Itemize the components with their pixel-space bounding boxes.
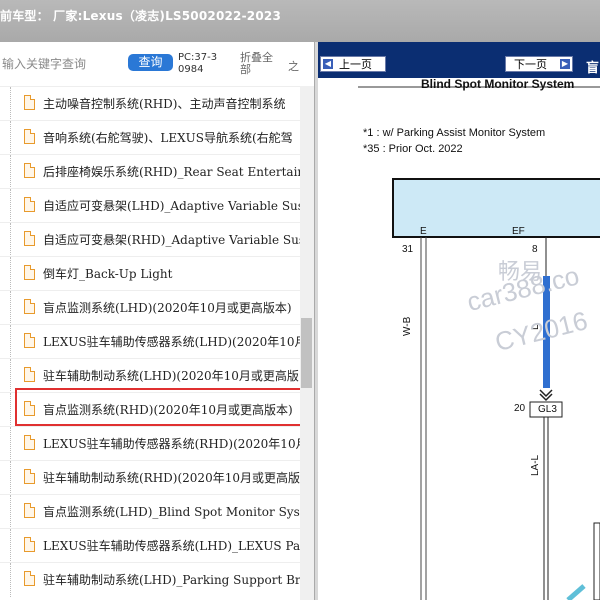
pin-number-31: 31 [402, 244, 414, 255]
tree-item[interactable]: 后排座椅娱乐系统(RHD)_Rear Seat Entertainm [0, 154, 300, 189]
diagram-page: Blind Spot Monitor System *1 : w/ Parkin… [318, 77, 600, 600]
tree-branch-line [10, 87, 12, 121]
arrow-left-icon: ◀ [323, 59, 333, 69]
document-icon [24, 299, 35, 314]
tree-branch-line [10, 529, 12, 563]
document-icon [24, 469, 35, 484]
prev-page-label: 上一页 [339, 58, 372, 71]
tree-item[interactable]: 音响系统(右舵驾驶)、LEXUS导航系统(右舵驾 [0, 120, 300, 155]
document-icon [24, 231, 35, 246]
next-page-label: 下一页 [514, 58, 547, 71]
note-1: *1 : w/ Parking Assist Monitor System [363, 127, 546, 139]
tree-branch-line [10, 155, 12, 189]
prev-page-button[interactable]: ◀ 上一页 [320, 56, 386, 72]
tree-item-label: 主动噪音控制系统(RHD)、主动声音控制系统 [43, 97, 286, 111]
tree-item[interactable]: 驻车辅助制动系统(RHD)(2020年10月或更高版 [0, 460, 300, 495]
tree-item[interactable]: 自适应可变悬架(LHD)_Adaptive Variable Susp [0, 188, 300, 223]
tree-branch-line [10, 393, 12, 427]
cyan-wire-segment [566, 584, 586, 600]
tree-item-label: LEXUS驻车辅助传感器系统(RHD)(2020年10月 [43, 437, 300, 451]
document-icon [24, 503, 35, 518]
lower-component-box [593, 522, 600, 600]
expand-all-button[interactable]: 之 [288, 58, 299, 74]
tree-item[interactable]: LEXUS驻车辅助传感器系统(RHD)(2020年10月 [0, 426, 300, 461]
tree-item[interactable]: 盲点监测系统(LHD)(2020年10月或更高版本) [0, 290, 300, 325]
tree-branch-line [10, 189, 12, 223]
tree-item[interactable]: LEXUS驻车辅助传感器系统(LHD)(2020年10月 [0, 324, 300, 359]
document-icon [24, 537, 35, 552]
tree-branch-line [10, 223, 12, 257]
search-input[interactable] [2, 55, 120, 73]
tree-branch-line [10, 427, 12, 461]
search-button[interactable]: 查询 [128, 54, 173, 71]
tree-item-label: LEXUS驻车辅助传感器系统(LHD)(2020年10月 [43, 335, 300, 349]
tree-item-label: 驻车辅助制动系统(LHD)(2020年10月或更高版 [43, 369, 299, 383]
document-icon [24, 435, 35, 450]
arrow-right-icon: ▶ [560, 59, 570, 69]
wire-label-lal: LA-L [530, 454, 541, 476]
window-titlebar: 前车型： 厂家:Lexus（凌志)LS5002022-2023 [0, 0, 600, 42]
tree-branch-line [10, 257, 12, 291]
window-title: 前车型： 厂家:Lexus（凌志)LS5002022-2023 [0, 9, 281, 23]
document-icon [24, 197, 35, 212]
tree-item-label: 自适应可变悬架(RHD)_Adaptive Variable Susp [43, 233, 300, 247]
next-page-button[interactable]: 下一页 ▶ [505, 56, 573, 72]
tree-branch-line [10, 291, 12, 325]
document-icon [24, 367, 35, 382]
tree-item-label: 驻车辅助制动系统(RHD)(2020年10月或更高版 [43, 471, 300, 485]
document-icon [24, 129, 35, 144]
tree-item-label: 盲点监测系统(LHD)_Blind Spot Monitor Syste [43, 505, 300, 519]
pin-label-e: E [420, 226, 427, 237]
document-icon [24, 333, 35, 348]
tree-item-label: 倒车灯_Back-Up Light [43, 267, 173, 281]
tree-item-label: 自适应可变悬架(LHD)_Adaptive Variable Susp [43, 199, 300, 213]
pin-number-20: 20 [514, 403, 526, 414]
tree-item[interactable]: 驻车辅助制动系统(LHD)_Parking Support Bra [0, 562, 300, 597]
tree-item-label: 后排座椅娱乐系统(RHD)_Rear Seat Entertainm [43, 165, 300, 179]
diagram-title: 盲 [586, 61, 600, 76]
tree-item-label: LEXUS驻车辅助传感器系统(LHD)_LEXUS Pa [43, 539, 300, 553]
wire-label-wb: W-B [402, 316, 413, 336]
tree-item[interactable]: 盲点监测系统(LHD)_Blind Spot Monitor Syste [0, 494, 300, 529]
pc-code-label: PC:37-30984 [178, 52, 218, 75]
pin-label-ef: EF [512, 226, 525, 237]
document-tree: 主动噪音控制系统(RHD)、主动声音控制系统 音响系统(右舵驾驶)、LEXUS导… [0, 86, 300, 600]
document-icon [24, 163, 35, 178]
tree-branch-line [10, 359, 12, 393]
page-heading: Blind Spot Monitor System [421, 77, 575, 91]
tree-item[interactable]: 自适应可变悬架(RHD)_Adaptive Variable Susp [0, 222, 300, 257]
tree-branch-line [10, 461, 12, 495]
viewer-toolbar: ◀ 上一页 下一页 ▶ 盲 [318, 42, 600, 78]
scrollbar-thumb[interactable] [301, 318, 312, 388]
diagram-viewer: ◀ 上一页 下一页 ▶ 盲 Blind Spot Monitor System … [318, 42, 600, 600]
note-35: *35 : Prior Oct. 2022 [363, 143, 463, 155]
tree-item[interactable]: 主动噪音控制系统(RHD)、主动声音控制系统 [0, 86, 300, 121]
connector-gl3-label: GL3 [538, 404, 557, 415]
document-icon [24, 265, 35, 280]
tree-branch-line [10, 121, 12, 155]
tree-branch-line [10, 325, 12, 359]
tree-item[interactable]: 倒车灯_Back-Up Light [0, 256, 300, 291]
left-panel: 查询 PC:37-30984 折叠全部 之 主动噪音控制系统(RHD)、主动声音… [0, 42, 315, 600]
search-bar: 查询 PC:37-30984 折叠全部 之 [0, 42, 315, 84]
tree-branch-line [10, 563, 12, 597]
collapse-all-button[interactable]: 折叠全部 [240, 52, 278, 76]
tree-item[interactable]: LEXUS驻车辅助传感器系统(LHD)_LEXUS Pa [0, 528, 300, 563]
tree-item-label: 音响系统(右舵驾驶)、LEXUS导航系统(右舵驾 [43, 131, 293, 145]
selection-highlight-box [15, 388, 303, 426]
tree-item-label: 驻车辅助制动系统(LHD)_Parking Support Bra [43, 573, 300, 587]
tree-scrollbar[interactable] [300, 86, 314, 600]
tree-branch-line [10, 495, 12, 529]
document-icon [24, 95, 35, 110]
tree-item-label: 盲点监测系统(LHD)(2020年10月或更高版本) [43, 301, 292, 315]
document-icon [24, 571, 35, 586]
